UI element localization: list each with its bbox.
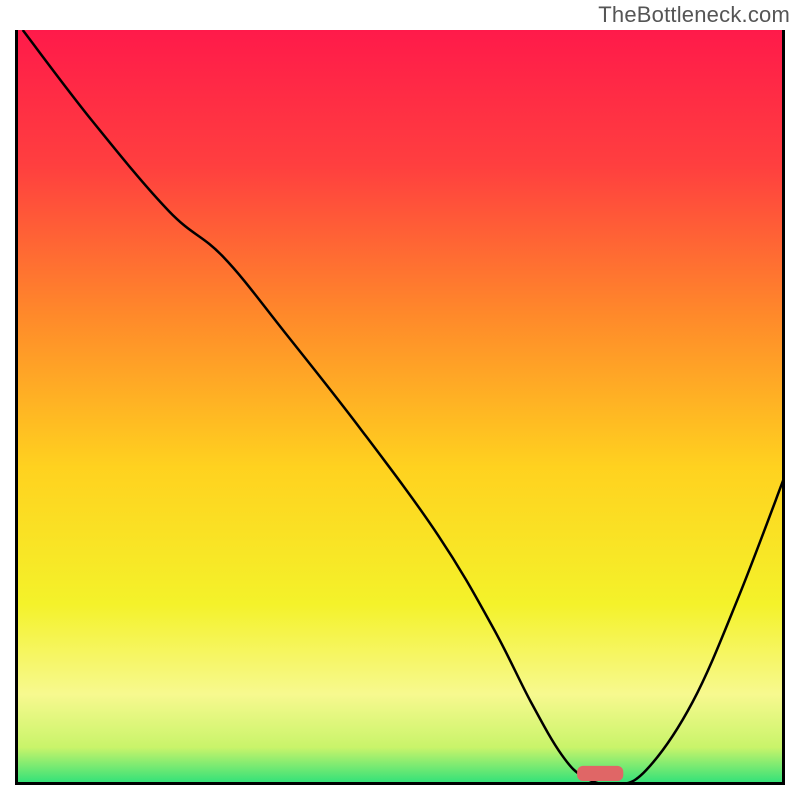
gradient-background <box>15 30 785 785</box>
watermark-text: TheBottleneck.com <box>598 2 790 28</box>
bottleneck-chart <box>15 30 785 785</box>
optimal-marker <box>577 766 623 781</box>
